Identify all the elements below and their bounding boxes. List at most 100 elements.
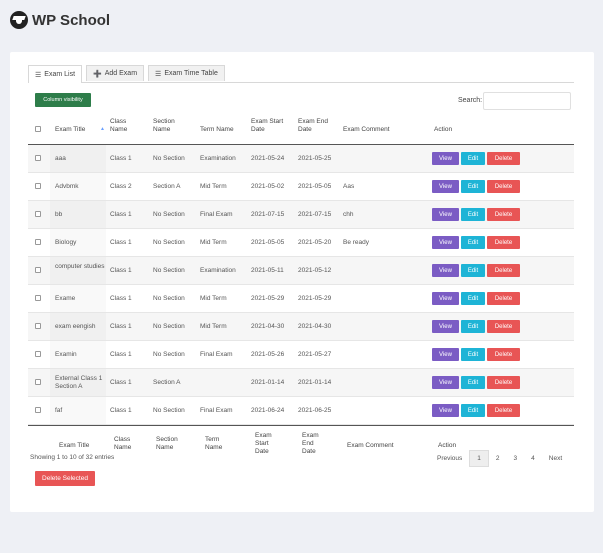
- cell-section-name: No Section: [153, 267, 185, 274]
- list-icon: ☰: [35, 71, 42, 79]
- edit-button[interactable]: Edit: [461, 208, 485, 221]
- edit-button[interactable]: Edit: [461, 180, 485, 193]
- delete-button[interactable]: Delete: [487, 404, 520, 417]
- delete-button[interactable]: Delete: [487, 320, 520, 333]
- cell-exam-title: Examin: [55, 351, 77, 358]
- row-checkbox[interactable]: [35, 155, 41, 161]
- cell-exam-end: 2021-04-30: [298, 323, 332, 330]
- header-exam-comment[interactable]: Exam Comment: [343, 126, 390, 134]
- pagination-next[interactable]: Next: [542, 451, 569, 466]
- pagination-page[interactable]: 2: [489, 451, 507, 466]
- plus-circle-icon: ➕: [93, 70, 102, 78]
- tab-label: Exam List: [44, 71, 76, 78]
- delete-button[interactable]: Delete: [487, 348, 520, 361]
- row-checkbox[interactable]: [35, 407, 41, 413]
- edit-button[interactable]: Edit: [461, 292, 485, 305]
- edit-button[interactable]: Edit: [461, 376, 485, 389]
- select-all-checkbox[interactable]: [35, 126, 41, 132]
- search-label: Search:: [458, 97, 483, 104]
- view-button[interactable]: View: [432, 152, 459, 165]
- table-row: aaa Class 1 No Section Examination 2021-05-2…: [28, 145, 574, 173]
- view-button[interactable]: View: [432, 208, 459, 221]
- cell-section-name: No Section: [153, 295, 185, 302]
- table-row: exam eengish Class 1 No Section Mid Term 202…: [28, 313, 574, 341]
- delete-button[interactable]: Delete: [487, 208, 520, 221]
- row-checkbox[interactable]: [35, 239, 41, 245]
- cell-exam-comment: Be ready: [343, 239, 370, 246]
- cell-section-name: No Section: [153, 239, 185, 246]
- table-row: Biology Class 1 No Section Mid Term 2021-05-…: [28, 229, 574, 257]
- tab-add-exam[interactable]: ➕ Add Exam: [86, 65, 145, 81]
- cell-section-name: No Section: [153, 351, 185, 358]
- row-checkbox[interactable]: [35, 351, 41, 357]
- cell-class-name: Class 1: [110, 407, 132, 414]
- edit-button[interactable]: Edit: [461, 264, 485, 277]
- row-checkbox[interactable]: [35, 379, 41, 385]
- edit-button[interactable]: Edit: [461, 404, 485, 417]
- cell-exam-end: 2021-01-14: [298, 379, 332, 386]
- cell-class-name: Class 1: [110, 379, 132, 386]
- delete-button[interactable]: Delete: [487, 376, 520, 389]
- graduation-cap-icon: [10, 11, 28, 29]
- view-button[interactable]: View: [432, 180, 459, 193]
- cell-exam-end: 2021-07-15: [298, 211, 332, 218]
- edit-button[interactable]: Edit: [461, 152, 485, 165]
- header-section-name[interactable]: Section Name: [153, 118, 181, 134]
- row-checkbox[interactable]: [35, 295, 41, 301]
- delete-button[interactable]: Delete: [487, 236, 520, 249]
- cell-exam-comment: Aas: [343, 183, 355, 190]
- pagination-page[interactable]: 4: [524, 451, 542, 466]
- tab-exam-list[interactable]: ☰ Exam List: [28, 65, 83, 83]
- sort-asc-icon: ▲: [100, 126, 105, 132]
- header-exam-end-date[interactable]: Exam End Date: [298, 118, 332, 134]
- delete-button[interactable]: Delete: [487, 264, 520, 277]
- cell-exam-start: 2021-04-30: [251, 323, 285, 330]
- column-visibility-button[interactable]: Column visibility: [35, 93, 91, 107]
- edit-button[interactable]: Edit: [461, 320, 485, 333]
- view-button[interactable]: View: [432, 292, 459, 305]
- row-checkbox[interactable]: [35, 323, 41, 329]
- view-button[interactable]: View: [432, 320, 459, 333]
- cell-exam-title: bb: [55, 211, 63, 218]
- row-checkbox[interactable]: [35, 267, 41, 273]
- header-exam-title[interactable]: Exam Title: [55, 126, 85, 134]
- header-term-name[interactable]: Term Name: [200, 126, 234, 134]
- cell-exam-title: External Class 1 Section A: [55, 375, 103, 390]
- header-exam-start-date[interactable]: Exam Start Date: [251, 118, 289, 134]
- entries-info: Showing 1 to 10 of 32 entries: [30, 454, 115, 461]
- tab-exam-time-table[interactable]: ☰ Exam Time Table: [148, 65, 225, 81]
- footer-exam-end-date: Exam End Date: [302, 432, 319, 455]
- edit-button[interactable]: Edit: [461, 236, 485, 249]
- cell-term-name: Examination: [200, 155, 236, 162]
- cell-exam-title: Biology: [55, 239, 77, 246]
- row-checkbox[interactable]: [35, 211, 41, 217]
- cell-term-name: Mid Term: [200, 239, 227, 246]
- header-class-name[interactable]: Class Name: [110, 118, 136, 134]
- view-button[interactable]: View: [432, 348, 459, 361]
- view-button[interactable]: View: [432, 264, 459, 277]
- delete-button[interactable]: Delete: [487, 292, 520, 305]
- tab-label: Exam Time Table: [164, 70, 218, 77]
- footer-class-name: Class Name: [114, 436, 132, 451]
- delete-button[interactable]: Delete: [487, 180, 520, 193]
- delete-selected-button[interactable]: Delete Selected: [35, 471, 95, 486]
- cell-exam-title: Exame: [55, 295, 76, 302]
- tab-label: Add Exam: [104, 70, 138, 77]
- view-button[interactable]: View: [432, 404, 459, 417]
- delete-button[interactable]: Delete: [487, 152, 520, 165]
- pagination-previous[interactable]: Previous: [430, 451, 469, 466]
- view-button[interactable]: View: [432, 236, 459, 249]
- cell-exam-comment: chh: [343, 211, 354, 218]
- cell-exam-start: 2021-06-24: [251, 407, 285, 414]
- pagination-page[interactable]: 3: [507, 451, 525, 466]
- view-button[interactable]: View: [432, 376, 459, 389]
- edit-button[interactable]: Edit: [461, 348, 485, 361]
- search-input[interactable]: [483, 92, 571, 110]
- cell-term-name: Mid Term: [200, 295, 227, 302]
- cell-exam-end: 2021-05-20: [298, 239, 332, 246]
- row-checkbox[interactable]: [35, 183, 41, 189]
- pagination-page[interactable]: 1: [469, 450, 489, 467]
- cell-class-name: Class 2: [110, 183, 132, 190]
- cell-section-name: No Section: [153, 323, 185, 330]
- cell-term-name: Examination: [200, 267, 236, 274]
